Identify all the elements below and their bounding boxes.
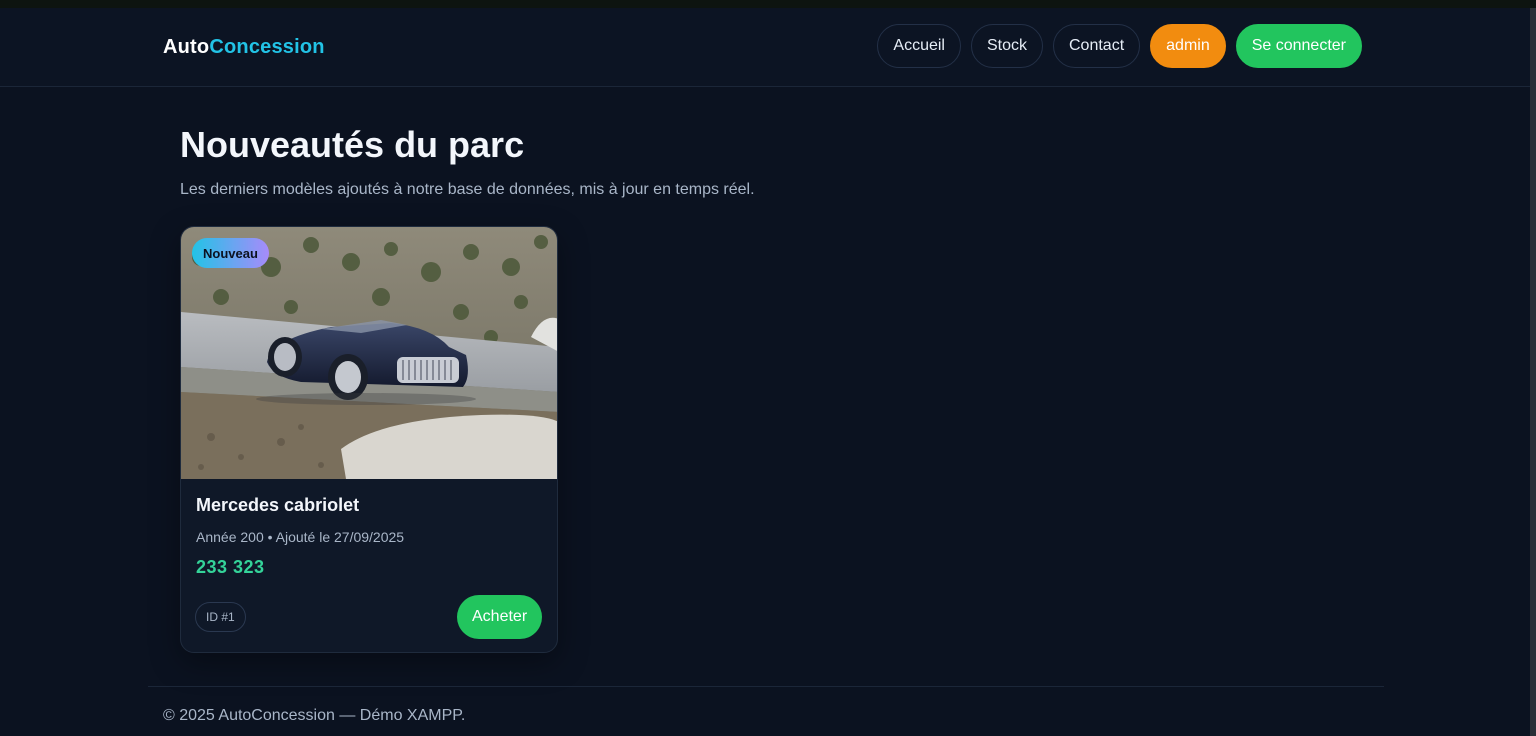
buy-button[interactable]: Acheter (457, 595, 543, 639)
vehicle-card: Nouveau Mercedes cabriolet Année 200 • A… (180, 226, 558, 653)
nav-contact-link[interactable]: Contact (1053, 24, 1141, 68)
login-button[interactable]: Se connecter (1235, 24, 1362, 68)
brand-logo-part2: Concession (209, 36, 325, 58)
vehicle-title: Mercedes cabriolet (196, 495, 360, 515)
scrollbar[interactable] (1530, 8, 1536, 736)
nav-stock-link[interactable]: Stock (970, 24, 1043, 68)
nav-home-link[interactable]: Accueil (877, 24, 961, 68)
page-title: Nouveautés du parc (180, 124, 525, 165)
new-badge: Nouveau (192, 238, 269, 268)
brand-logo[interactable]: AutoConcession (163, 36, 325, 59)
page-subtitle: Les derniers modèles ajoutés à notre bas… (180, 181, 755, 198)
window-top-strip (0, 0, 1536, 8)
vehicle-price: 233 323 (196, 557, 265, 577)
site-header: AutoConcession Accueil Stock Contact adm… (0, 8, 1530, 87)
main-nav: Accueil Stock Contact admin Se connecter (877, 24, 1362, 68)
vehicle-meta: Année 200 • Ajouté le 27/09/2025 (196, 529, 405, 545)
user-admin-button[interactable]: admin (1150, 24, 1226, 68)
footer-divider (148, 686, 1384, 687)
vehicle-id-chip: ID #1 (195, 602, 246, 632)
brand-logo-part1: Auto (163, 36, 210, 58)
site-footer: © 2025 AutoConcession — Démo XAMPP. (163, 707, 466, 724)
